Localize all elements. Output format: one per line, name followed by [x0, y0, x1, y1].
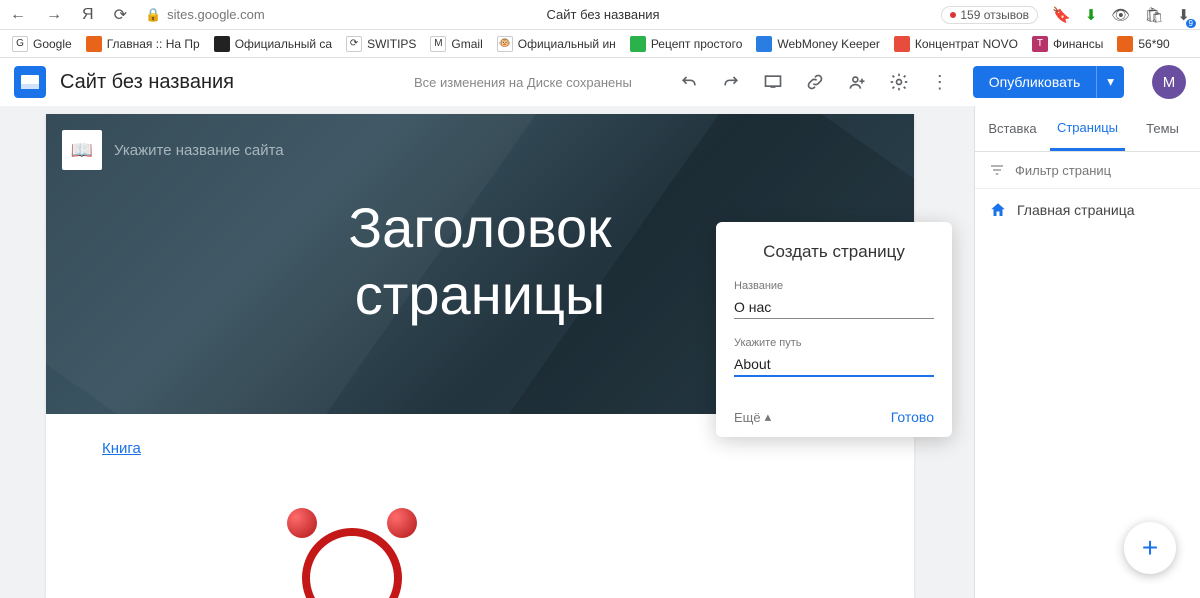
favicon-icon: ⟳	[346, 36, 362, 52]
bookmark-item[interactable]: G Google	[8, 34, 76, 54]
site-title-input[interactable]	[60, 71, 300, 94]
avatar[interactable]: М	[1152, 65, 1186, 99]
publish-button[interactable]: Опубликовать	[973, 66, 1097, 98]
path-label: Укажите путь	[734, 337, 934, 349]
name-label: Название	[734, 280, 934, 292]
favicon-icon: M	[430, 36, 446, 52]
redo-icon[interactable]	[721, 72, 741, 92]
favicon-icon	[894, 36, 910, 52]
tab-title: Сайт без названия	[283, 7, 924, 22]
app-toolbar: Все изменения на Диске сохранены ⋮ Опубл…	[0, 58, 1200, 106]
save-status: Все изменения на Диске сохранены	[414, 75, 632, 90]
site-name-placeholder[interactable]: Укажите название сайта	[114, 142, 284, 159]
page-item-home[interactable]: Главная страница	[989, 201, 1186, 219]
favicon-icon	[86, 36, 102, 52]
create-page-dialog: Создать страницу Название Укажите путь Е…	[716, 222, 952, 437]
bookmark-icon[interactable]: 🔖	[1052, 6, 1071, 24]
bookmark-label: Рецепт простого	[651, 37, 743, 51]
favicon-icon	[756, 36, 772, 52]
page-name-input[interactable]	[734, 296, 934, 319]
bookmark-item[interactable]: T Финансы	[1028, 34, 1107, 54]
bookmark-label: SWITIPS	[367, 37, 416, 51]
undo-icon[interactable]	[679, 72, 699, 92]
clock-image[interactable]	[282, 508, 422, 598]
link-icon[interactable]	[805, 72, 825, 92]
share-icon[interactable]	[847, 72, 867, 92]
favicon-icon	[214, 36, 230, 52]
favicon-icon: T	[1032, 36, 1048, 52]
bookmark-label: Официальный са	[235, 37, 332, 51]
bookmarks-bar: G Google Главная :: На Пр Официальный са ⟳ SW…	[0, 30, 1200, 58]
page-item-label: Главная страница	[1017, 202, 1135, 218]
page-path-input[interactable]	[734, 353, 934, 377]
bookmark-label: Gmail	[451, 37, 482, 51]
bookmark-label: Официальный ин	[518, 37, 616, 51]
publish-dropdown[interactable]: ▾	[1096, 66, 1124, 98]
bookmark-item[interactable]: Официальный са	[210, 34, 336, 54]
done-button[interactable]: Готово	[891, 409, 934, 425]
home-icon	[989, 201, 1007, 219]
bookmark-item[interactable]: 🐵 Официальный ин	[493, 34, 620, 54]
lock-icon: 🔒	[145, 7, 161, 23]
bookmark-item[interactable]: Рецепт простого	[626, 34, 747, 54]
shopping-icon[interactable]: 🛍	[1144, 6, 1163, 24]
extension-icon[interactable]: ⬇9	[1177, 6, 1190, 24]
chevron-up-icon: ▴	[765, 409, 772, 425]
reviews-badge[interactable]: 159 отзывов	[941, 6, 1038, 24]
more-button[interactable]: Ещё ▴	[734, 409, 771, 425]
back-icon[interactable]: ←	[10, 6, 26, 24]
bookmark-item[interactable]: M Gmail	[426, 34, 486, 54]
filter-placeholder[interactable]: Фильтр страниц	[1015, 163, 1111, 178]
site-logo-placeholder[interactable]: 📖	[62, 130, 102, 170]
favicon-icon: 🐵	[497, 36, 513, 52]
bookmark-item[interactable]: ⟳ SWITIPS	[342, 34, 420, 54]
filter-icon[interactable]	[989, 162, 1005, 178]
eye-icon[interactable]: 👁	[1111, 6, 1130, 24]
bookmark-label: Главная :: На Пр	[107, 37, 200, 51]
plus-icon: +	[1142, 532, 1158, 564]
favicon-icon: G	[12, 36, 28, 52]
bookmark-label: Финансы	[1053, 37, 1103, 51]
bookmark-label: 56*90	[1138, 37, 1169, 51]
tab-themes[interactable]: Темы	[1125, 106, 1200, 151]
bookmark-item[interactable]: Главная :: На Пр	[82, 34, 204, 54]
add-page-fab[interactable]: +	[1124, 522, 1176, 574]
browser-toolbar: ← → Я ⟳ 🔒 sites.google.com Сайт без назв…	[0, 0, 1200, 30]
book-link[interactable]: Книга	[102, 440, 141, 457]
download-icon[interactable]: ⬇	[1085, 6, 1098, 24]
favicon-icon	[1117, 36, 1133, 52]
bookmark-label: WebMoney Keeper	[777, 37, 880, 51]
favicon-icon	[630, 36, 646, 52]
yandex-icon[interactable]: Я	[82, 6, 94, 24]
right-panel: Вставка Страницы Темы Фильтр страниц Гла…	[974, 106, 1200, 598]
dialog-title: Создать страницу	[734, 242, 934, 262]
sites-logo-icon[interactable]	[14, 66, 46, 98]
bookmark-label: Google	[33, 37, 72, 51]
settings-icon[interactable]	[889, 72, 909, 92]
preview-icon[interactable]	[763, 72, 783, 92]
forward-icon[interactable]: →	[46, 6, 62, 24]
tab-pages[interactable]: Страницы	[1050, 106, 1125, 151]
more-icon[interactable]: ⋮	[931, 72, 949, 93]
reload-icon[interactable]: ⟳	[114, 5, 127, 25]
tab-insert[interactable]: Вставка	[975, 106, 1050, 151]
url-text[interactable]: sites.google.com	[167, 7, 265, 22]
bookmark-item[interactable]: 56*90	[1113, 34, 1173, 54]
bookmark-item[interactable]: WebMoney Keeper	[752, 34, 884, 54]
bookmark-item[interactable]: Концентрат NOVO	[890, 34, 1022, 54]
bookmark-label: Концентрат NOVO	[915, 37, 1018, 51]
